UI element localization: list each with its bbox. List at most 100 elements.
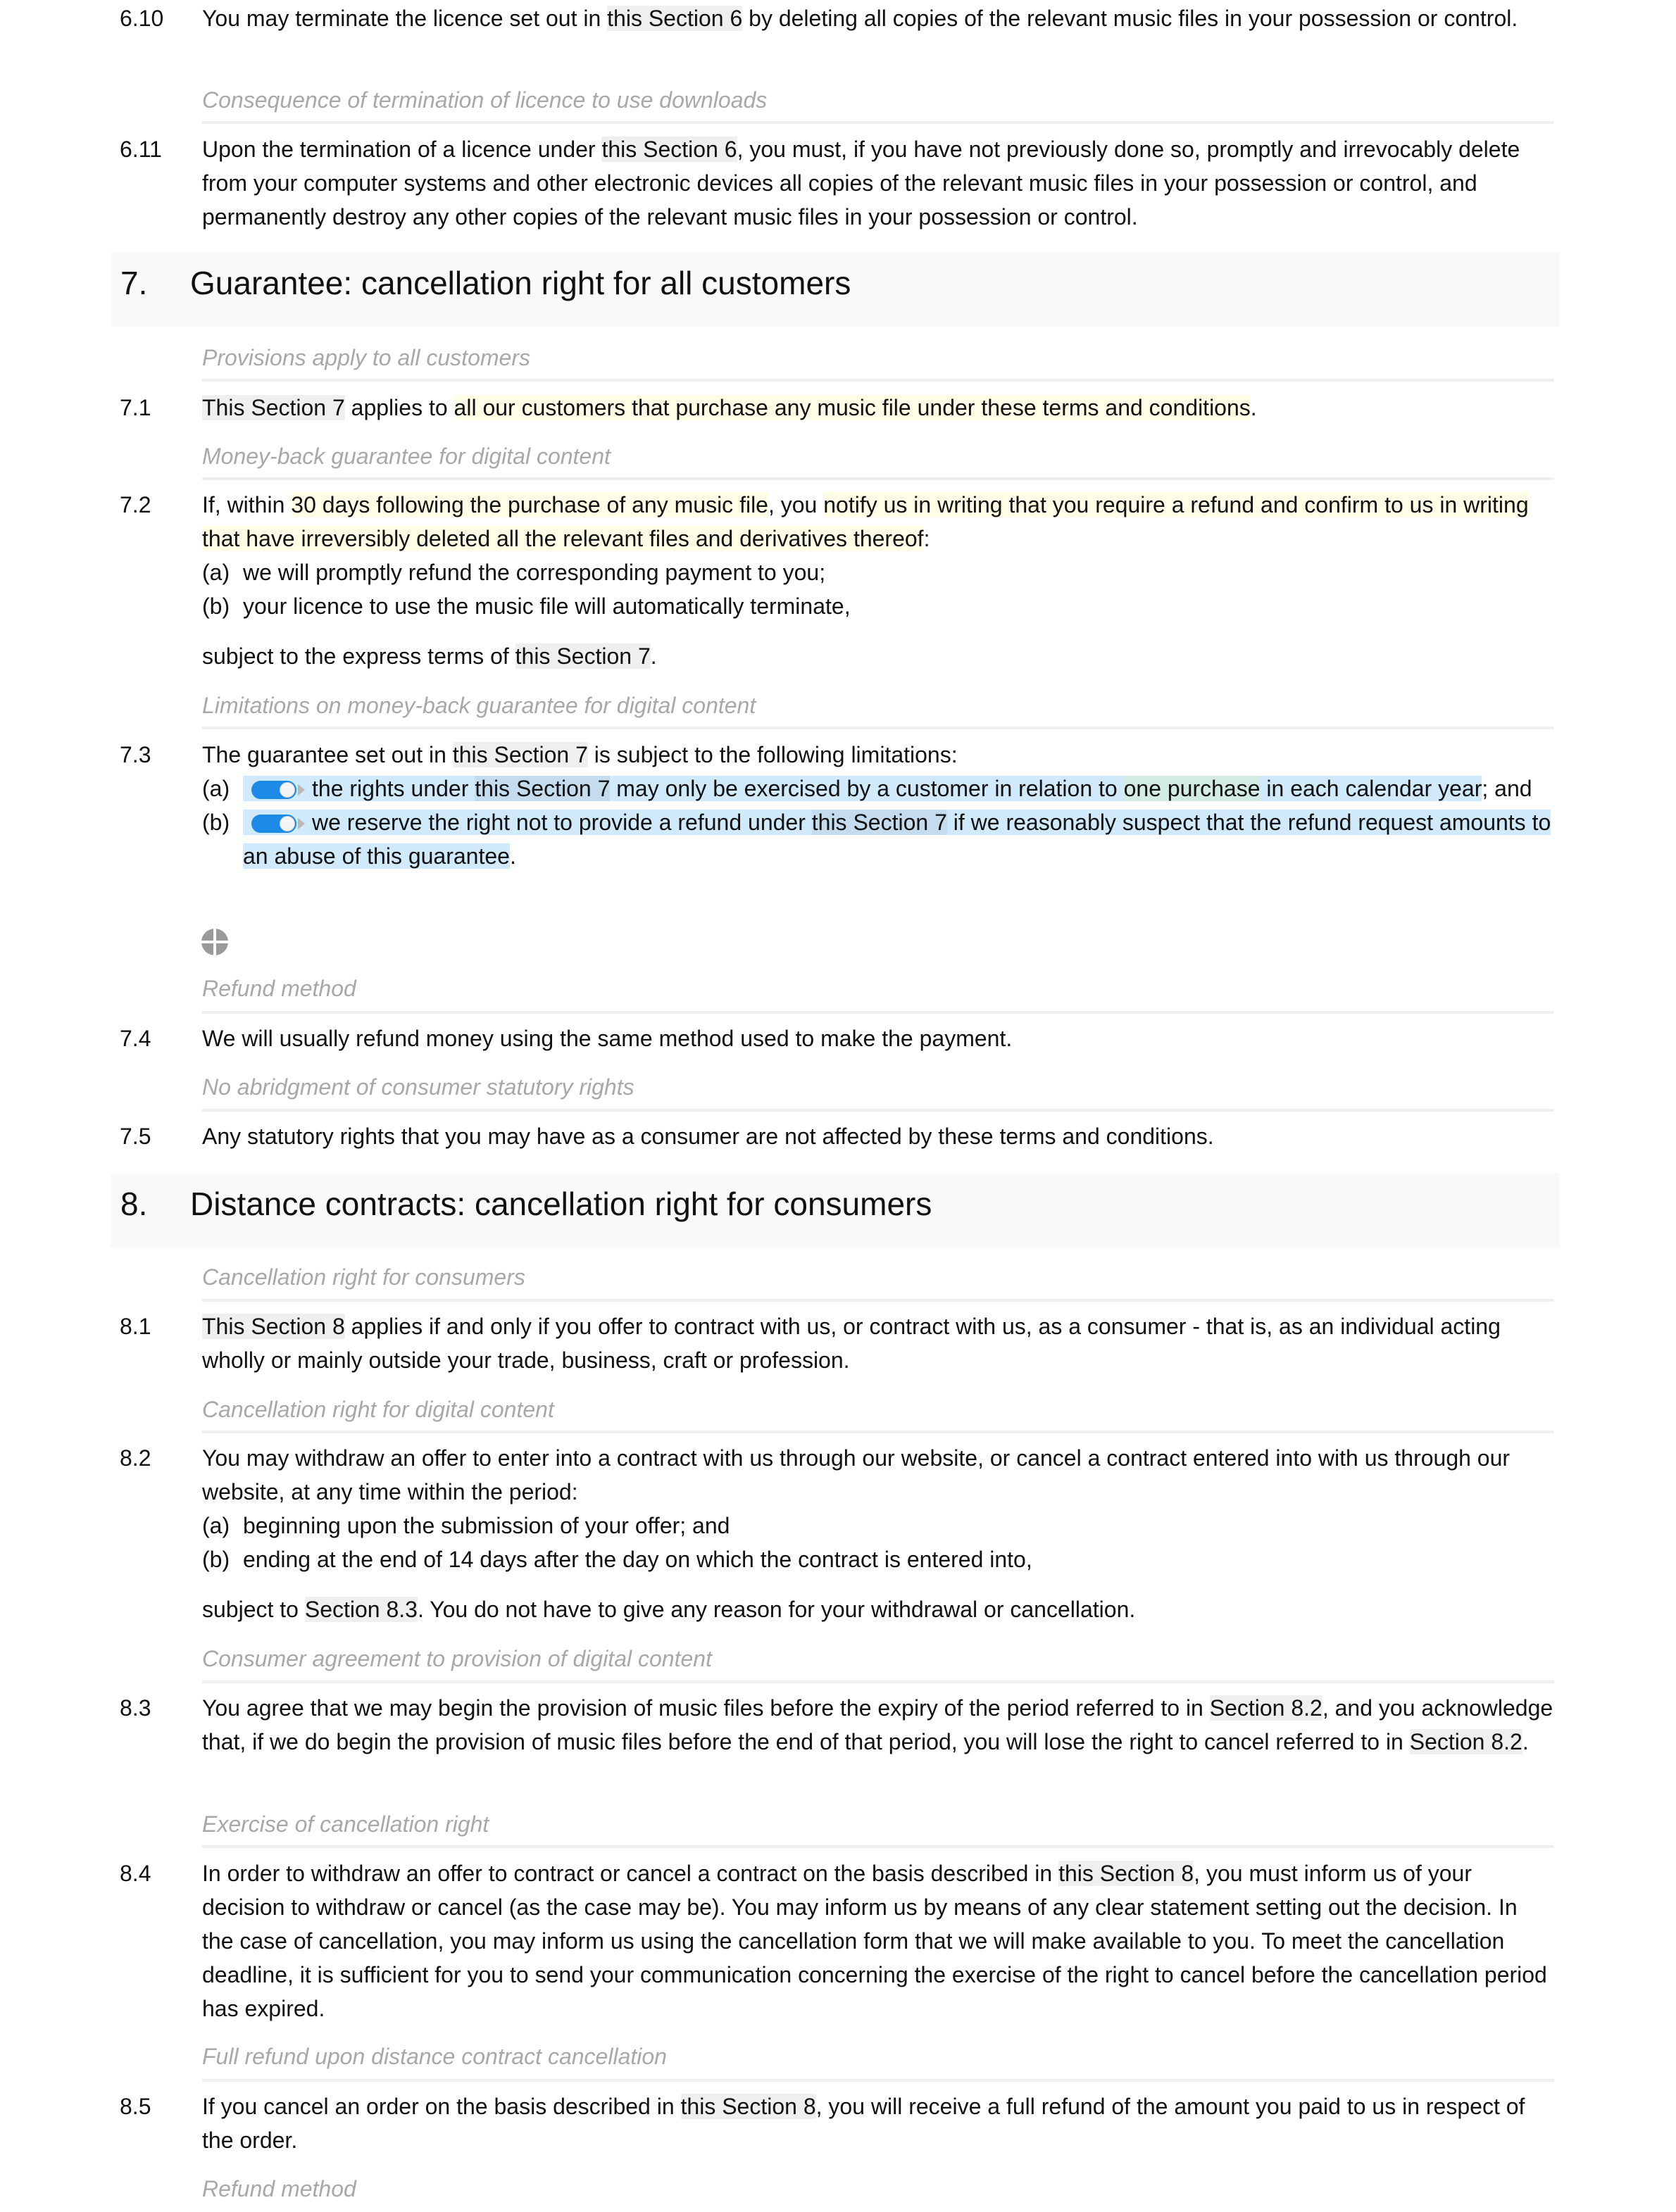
sub-clause-label: (b) <box>202 593 230 619</box>
toggle-knob <box>280 815 295 831</box>
divider <box>202 1299 1554 1302</box>
divider <box>202 1011 1554 1014</box>
clause-guide-heading: Refund method <box>202 2176 356 2201</box>
optional-sub-clause-a: (a) the rights under this Section 7 may o… <box>202 772 1554 805</box>
clause-guide-heading: Limitations on money-back guarantee for … <box>202 693 756 718</box>
clause-number: 7.4 <box>120 1026 151 1051</box>
cross-reference-link[interactable]: this Section 7 <box>811 810 947 835</box>
variable-field[interactable]: 30 days following the purchase of any mu… <box>291 492 768 517</box>
variable-field[interactable]: one purchase <box>1123 776 1261 801</box>
text-run: You may withdraw an offer to enter into … <box>202 1445 1511 1504</box>
text-run: ; and <box>1482 776 1532 801</box>
text-run: by deleting all copies of the relevant m… <box>742 6 1518 31</box>
insert-clause-icon[interactable] <box>201 928 229 956</box>
divider <box>202 727 1554 729</box>
clause-guide-heading: Exercise of cancellation right <box>202 1811 489 1837</box>
cross-reference-link[interactable]: this Section 8 <box>680 2094 816 2119</box>
text-run: You agree that we may begin the provisio… <box>202 1695 1210 1721</box>
sub-clause-b: (b) your licence to use the music file wi… <box>202 589 1554 623</box>
cross-reference-link[interactable]: This Section 7 <box>202 395 345 420</box>
text-run: In order to withdraw an offer to contrac… <box>202 1861 1059 1886</box>
clause-guide-heading: Refund method <box>202 976 356 1001</box>
clause-number: 8.5 <box>120 2094 151 2119</box>
text-run: applies if and only if you offer to cont… <box>202 1314 1501 1373</box>
clause-guide-heading: Consumer agreement to provision of digit… <box>202 1646 712 1671</box>
divider <box>202 121 1554 124</box>
clause-text: In order to withdraw an offer to contrac… <box>202 1856 1554 2025</box>
sub-clause-text: we will promptly refund the correspondin… <box>243 560 826 585</box>
cross-reference-link[interactable]: this Section 6 <box>607 6 743 31</box>
clause-guide-heading: No abridgment of consumer statutory righ… <box>202 1074 634 1100</box>
optional-text: we reserve the right not to provide a re… <box>243 810 1551 869</box>
cross-reference-link[interactable]: Section 8.2 <box>1409 1729 1522 1754</box>
text-run: Upon the termination of a licence under <box>202 137 602 162</box>
option-toggle-on[interactable] <box>251 812 308 834</box>
divider <box>202 1845 1554 1848</box>
sub-clause-label: (a) <box>202 560 230 585</box>
clause-tail: subject to Section 8.3. You do not have … <box>202 1592 1554 1626</box>
clause-text: You may terminate the licence set out in… <box>202 1 1554 35</box>
optional-sub-clause-b: (b) we reserve the right not to provide a… <box>202 805 1554 873</box>
expand-arrow-icon <box>298 817 305 829</box>
clause-text: You may withdraw an offer to enter into … <box>202 1441 1554 1626</box>
text-run: may only be exercised by a customer in r… <box>610 776 1124 801</box>
cross-reference-link[interactable]: this Section 7 <box>515 643 651 669</box>
cross-reference-link[interactable]: Section 8.3 <box>304 1597 418 1622</box>
clause-guide-heading: Money-back guarantee for digital content <box>202 444 611 469</box>
text-run: If, within <box>202 492 292 517</box>
option-toggle-on[interactable] <box>251 779 308 800</box>
clause-guide-heading: Consequence of termination of licence to… <box>202 87 768 113</box>
sub-clause-text: your licence to use the music file will … <box>243 593 851 619</box>
sub-clause-label: (b) <box>202 1547 230 1572</box>
clause-number: 6.11 <box>120 137 162 162</box>
text-run: , you <box>768 492 824 517</box>
sub-clause-b: (b) ending at the end of 14 days after th… <box>202 1542 1554 1576</box>
cross-reference-link[interactable]: Section 8.2 <box>1209 1695 1322 1721</box>
section-number: 8. <box>120 1186 148 1222</box>
toggle-knob <box>280 781 295 798</box>
text-run: . You do not have to give any reason for… <box>417 1597 1136 1622</box>
cross-reference-link[interactable]: this Section 7 <box>452 742 588 767</box>
text-run: : <box>923 526 930 551</box>
text-run: . <box>1522 1729 1529 1754</box>
clause-number: 7.3 <box>120 742 151 767</box>
cross-reference-link[interactable]: this Section 7 <box>475 776 611 801</box>
sub-clause-label: (a) <box>202 1513 230 1538</box>
clause-text: This Section 7 applies to all our custom… <box>202 391 1554 425</box>
divider <box>202 2079 1554 2082</box>
text-run: If you cancel an order on the basis desc… <box>202 2094 681 2119</box>
variable-field[interactable]: all our customers that purchase any musi… <box>454 395 1251 420</box>
expand-arrow-icon <box>298 784 305 796</box>
optional-text: the rights under this Section 7 may only… <box>243 776 1482 801</box>
clause-number: 8.4 <box>120 1861 151 1886</box>
clause-text: Upon the termination of a licence under … <box>202 132 1554 234</box>
clause-text: If you cancel an order on the basis desc… <box>202 2090 1554 2157</box>
clause-number: 7.1 <box>120 395 151 420</box>
text-run: subject to the express terms of <box>202 643 515 669</box>
text-run: the rights under <box>312 776 475 801</box>
text-run: in each calendar year <box>1260 776 1482 801</box>
text-run: applies to <box>344 395 454 420</box>
divider <box>202 1680 1554 1683</box>
sub-clause-a: (a) we will promptly refund the correspon… <box>202 555 1554 589</box>
divider <box>202 1109 1554 1112</box>
text-run: we reserve the right not to provide a re… <box>312 810 812 835</box>
clause-tail: subject to the express terms of this Sec… <box>202 639 1554 673</box>
sub-clause-a: (a) beginning upon the submission of your… <box>202 1509 1554 1542</box>
clause-number: 7.2 <box>120 492 151 517</box>
text-run: is subject to the following limitations: <box>587 742 958 767</box>
clause-text: We will usually refund money using the s… <box>202 1026 1013 1051</box>
cross-reference-link[interactable]: this Section 8 <box>1058 1861 1194 1886</box>
clause-text: You agree that we may begin the provisio… <box>202 1691 1554 1759</box>
cross-reference-link[interactable]: this Section 6 <box>601 137 737 162</box>
clause-text: This Section 8 applies if and only if yo… <box>202 1309 1554 1377</box>
clause-guide-heading: Cancellation right for consumers <box>202 1264 525 1290</box>
text-run: The guarantee set out in <box>202 742 453 767</box>
cross-reference-link[interactable]: This Section 8 <box>202 1314 345 1339</box>
text-run: . <box>650 643 657 669</box>
clause-text: Any statutory rights that you may have a… <box>202 1124 1214 1149</box>
text-run: subject to <box>202 1597 305 1622</box>
clause-number: 6.10 <box>120 6 164 31</box>
clause-number: 7.5 <box>120 1124 151 1149</box>
sub-clause-text: beginning upon the submission of your of… <box>243 1513 730 1538</box>
